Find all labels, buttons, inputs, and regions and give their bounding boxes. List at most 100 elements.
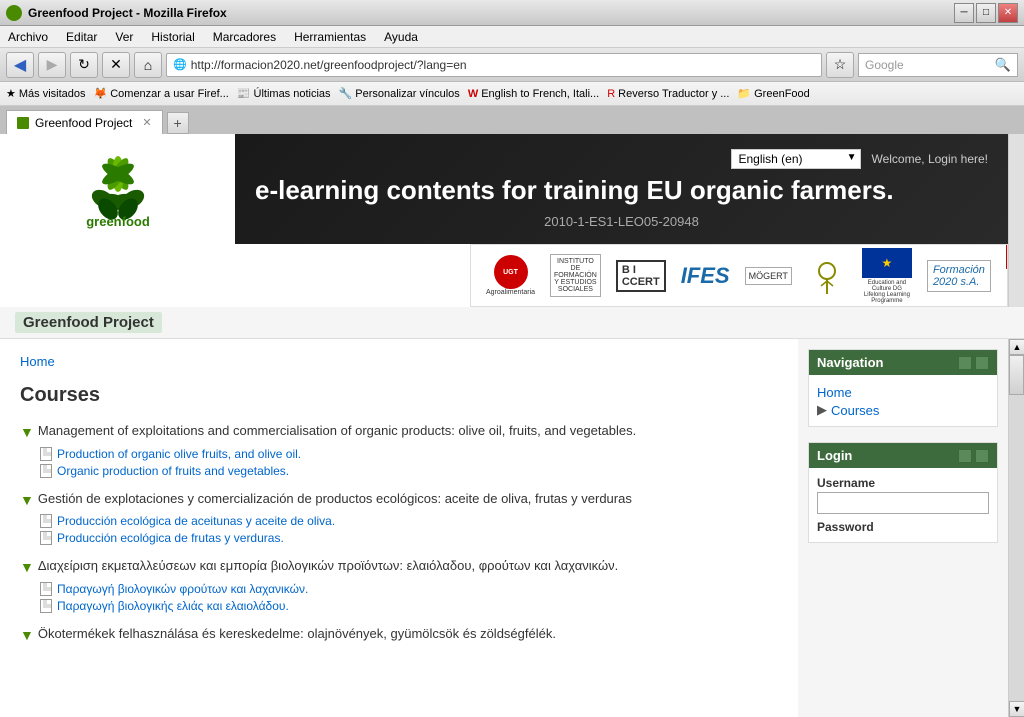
login-block-icon-2[interactable] [975,449,989,463]
course-sub-item-1-2[interactable]: Organic production of fruits and vegetab… [40,464,778,478]
search-input-placeholder: Google [865,58,995,72]
bookmark-firefox[interactable]: 🦊 Comenzar a usar Firef... [94,87,229,100]
menu-archivo[interactable]: Archivo [4,29,52,45]
new-tab-button[interactable]: + [167,112,189,134]
partner-biocert: B I CCERT [616,253,666,298]
title-bar-left: Greenfood Project - Mozilla Firefox [6,5,227,21]
nav-block-icon-2[interactable] [975,356,989,370]
course-arrow-2: ▼ [20,491,34,511]
bookmark-english[interactable]: W English to French, Itali... [468,88,599,100]
menu-marcadores[interactable]: Marcadores [209,29,280,45]
scroll-thumb[interactable] [1009,355,1024,395]
bookmark-mas-visitados[interactable]: ★ Más visitados [6,87,86,100]
bookmark-personalizar[interactable]: 🔧 Personalizar vínculos [339,87,460,100]
bookmark-noticias-icon: 📰 [237,87,251,100]
minimize-button[interactable]: ─ [954,3,974,23]
browser-favicon [6,5,22,21]
bookmark-firefox-icon: 🦊 [94,87,108,100]
doc-icon-3-1 [40,582,52,596]
close-button[interactable]: ✕ [998,3,1018,23]
stop-button[interactable]: ✕ [102,52,130,78]
sidebar: Navigation Home ▶ Courses Lo [798,339,1008,717]
partners-section: UGT Agroalimentaria INSTITUTO DE FORMACI… [0,244,1024,307]
scroll-up-button[interactable]: ▲ [1009,339,1024,355]
username-label: Username [817,476,989,490]
course-group-1: ▼ Management of exploitations and commer… [20,422,778,478]
star-button[interactable]: ☆ [826,52,854,78]
search-icon[interactable]: 🔍 [995,57,1011,73]
partners-scrollbar[interactable] [1008,244,1024,307]
login-block: Login Username Password [808,442,998,543]
bookmark-noticias[interactable]: 📰 Últimas noticias [237,87,331,100]
address-icon: 🌐 [173,58,187,71]
course-sub-item-3-1[interactable]: Παραγωγή βιολογικών φρούτων και λαχανικώ… [40,582,778,596]
partner-ifes: IFES [681,253,730,298]
login-block-content: Username Password [809,468,997,542]
bookmark-greenfood[interactable]: 📁 GreenFood [737,87,809,100]
login-label: Login [817,448,852,463]
forward-button[interactable]: ▶ [38,52,66,78]
breadcrumb-home-link[interactable]: Home [20,354,55,369]
menu-historial[interactable]: Historial [147,29,198,45]
menu-ver[interactable]: Ver [111,29,137,45]
bookmark-personalizar-icon: 🔧 [339,87,353,100]
tab-close-icon[interactable]: ✕ [142,116,151,129]
site-tagline: e-learning contents for training EU orga… [255,174,988,229]
course-main-3[interactable]: ▼ Διαχείριση εκμεταλλεύσεων και εμπορία … [20,557,778,578]
address-text: http://formacion2020.net/greenfoodprojec… [191,58,815,72]
course-title-1: Management of exploitations and commerci… [38,422,636,440]
course-arrow-1: ▼ [20,423,34,443]
address-bar[interactable]: 🌐 http://formacion2020.net/greenfoodproj… [166,53,822,77]
title-bar: Greenfood Project - Mozilla Firefox ─ □ … [0,0,1024,26]
greenfood-logo: greenfood [43,144,193,234]
lang-select-wrapper[interactable]: English (en) [731,149,861,169]
doc-icon-1-2 [40,464,52,478]
tab-bar: Greenfood Project ✕ + [0,106,1024,134]
course-sub-1: Production of organic olive fruits, and … [40,447,778,478]
menu-herramientas[interactable]: Herramientas [290,29,370,45]
course-group-3: ▼ Διαχείριση εκμεταλλεύσεων και εμπορία … [20,557,778,613]
doc-icon-2-1 [40,514,52,528]
bookmark-reverso[interactable]: R Reverso Traductor y ... [607,88,729,100]
maximize-button[interactable]: □ [976,3,996,23]
courses-title: Courses [20,384,778,407]
course-main-2[interactable]: ▼ Gestión de explotaciones y comercializ… [20,490,778,511]
tab-greenfood[interactable]: Greenfood Project ✕ [6,110,163,134]
course-sub-item-2-2[interactable]: Producción ecológica de frutas y verdura… [40,531,778,545]
menu-editar[interactable]: Editar [62,29,101,45]
course-sub-item-3-2[interactable]: Παραγωγή βιολογικής ελιάς και ελαιολάδου… [40,599,778,613]
content-area: Home Courses ▼ Management of exploitatio… [0,339,798,717]
nav-home-link[interactable]: Home [817,383,989,402]
username-input[interactable] [817,492,989,514]
home-button[interactable]: ⌂ [134,52,162,78]
course-main-4[interactable]: ▼ Ökotermékek felhasználása és kereskede… [20,625,778,646]
partner-grain [807,253,847,298]
doc-icon-2-2 [40,531,52,545]
bookmark-english-icon: W [468,88,478,100]
nav-courses-link[interactable]: ▶ Courses [817,402,989,418]
reload-button[interactable]: ↻ [70,52,98,78]
back-button[interactable]: ◀ [6,52,34,78]
navigation-block-content: Home ▶ Courses [809,375,997,426]
partner-eu: ★ Education and Culture DGLifelong Learn… [862,253,912,298]
nav-block-icon-1[interactable] [958,356,972,370]
page-scrollbar[interactable]: ▲ ▼ [1008,339,1024,717]
scroll-down-button[interactable]: ▼ [1009,701,1024,717]
login-block-icon-1[interactable] [958,449,972,463]
lang-bar: English (en) Welcome, Login here! [255,149,988,169]
language-select[interactable]: English (en) [731,149,861,169]
partner-mogert: MÖGERT [745,253,792,298]
header-scrollbar[interactable] [1008,134,1024,244]
course-arrow-4: ▼ [20,626,34,646]
course-sub-2: Producción ecológica de aceitunas y acei… [40,514,778,545]
menu-ayuda[interactable]: Ayuda [380,29,422,45]
tagline-text: e-learning contents for training EU orga… [255,174,988,208]
course-title-3: Διαχείριση εκμεταλλεύσεων και εμπορία βι… [38,557,618,575]
course-group-2: ▼ Gestión de explotaciones y comercializ… [20,490,778,546]
course-title-2: Gestión de explotaciones y comercializac… [38,490,632,508]
course-main-1[interactable]: ▼ Management of exploitations and commer… [20,422,778,443]
course-sub-item-2-1[interactable]: Producción ecológica de aceitunas y acei… [40,514,778,528]
partner-ugt: UGT Agroalimentaria [486,253,535,298]
course-sub-item-1-1[interactable]: Production of organic olive fruits, and … [40,447,778,461]
scroll-track[interactable] [1009,355,1024,701]
